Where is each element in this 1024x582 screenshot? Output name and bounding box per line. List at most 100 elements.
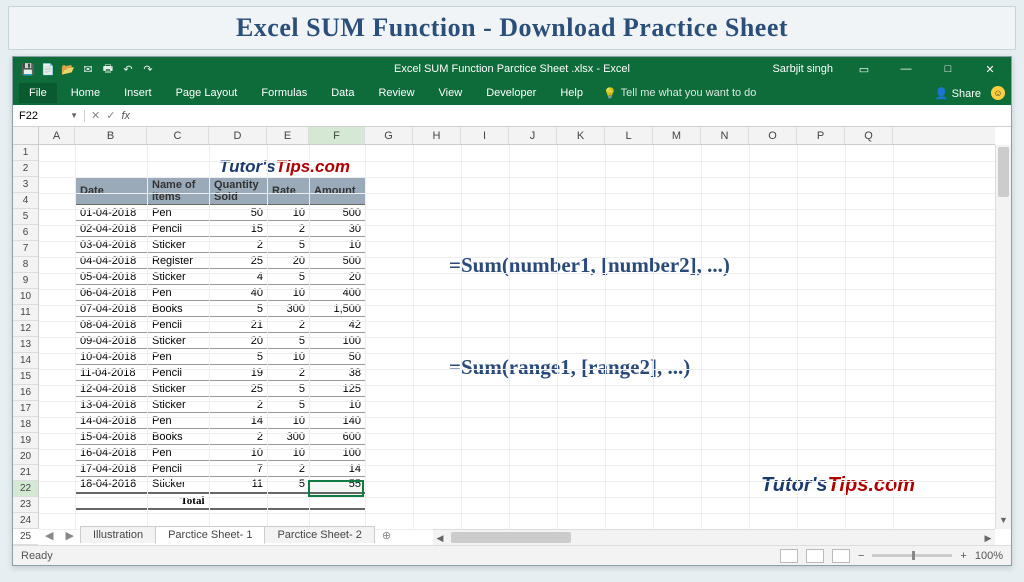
- table-row[interactable]: 06-04-2018Pen4010400: [76, 285, 366, 301]
- table-cell[interactable]: Sticker: [148, 333, 210, 349]
- table-cell[interactable]: 10: [210, 445, 268, 461]
- table-row[interactable]: 15-04-2018Books2300600: [76, 429, 366, 445]
- table-row[interactable]: 07-04-2018Books53001,500: [76, 301, 366, 317]
- table-cell[interactable]: Pen: [148, 413, 210, 429]
- table-cell[interactable]: 2: [210, 429, 268, 445]
- sheet-tab[interactable]: Parctice Sheet- 1: [155, 526, 265, 544]
- table-cell[interactable]: 300: [268, 429, 310, 445]
- add-sheet-button[interactable]: ⊕: [374, 529, 399, 542]
- col-header-M[interactable]: M: [653, 127, 701, 144]
- table-cell[interactable]: 17-04-2018: [76, 461, 148, 477]
- table-row[interactable]: 12-04-2018Sticker255125: [76, 381, 366, 397]
- table-cell[interactable]: 13-04-2018: [76, 397, 148, 413]
- sheet-tab[interactable]: Illustration: [80, 526, 156, 543]
- table-row[interactable]: 04-04-2018Register2520500: [76, 253, 366, 269]
- table-cell[interactable]: Sticker: [148, 237, 210, 253]
- row-header-21[interactable]: 21: [13, 465, 38, 481]
- scroll-right-icon[interactable]: ▶: [981, 530, 995, 545]
- close-icon[interactable]: ✕: [973, 57, 1007, 81]
- table-cell[interactable]: Sticker: [148, 397, 210, 413]
- table-cell[interactable]: 25: [210, 381, 268, 397]
- table-cell[interactable]: 2: [210, 397, 268, 413]
- table-cell[interactable]: 14-04-2018: [76, 413, 148, 429]
- table-cell[interactable]: 10: [268, 285, 310, 301]
- row-header-6[interactable]: 6: [13, 225, 38, 241]
- table-cell[interactable]: 08-04-2018: [76, 317, 148, 333]
- table-cell[interactable]: 5: [268, 381, 310, 397]
- table-cell[interactable]: 100: [310, 445, 366, 461]
- horizontal-scrollbar[interactable]: ◀ ▶: [433, 529, 995, 545]
- enter-formula-icon[interactable]: ✓: [106, 109, 115, 122]
- tab-file[interactable]: File: [19, 83, 57, 103]
- table-cell[interactable]: 4: [210, 269, 268, 285]
- table-cell[interactable]: 1,500: [310, 301, 366, 317]
- tab-insert[interactable]: Insert: [114, 83, 162, 103]
- table-cell[interactable]: 10-04-2018: [76, 349, 148, 365]
- table-cell[interactable]: 10: [268, 205, 310, 221]
- zoom-slider[interactable]: [872, 554, 952, 557]
- table-cell[interactable]: 10: [268, 349, 310, 365]
- sheet-tab[interactable]: Parctice Sheet- 2: [264, 526, 374, 543]
- table-cell[interactable]: 09-04-2018: [76, 333, 148, 349]
- table-cell[interactable]: 16-04-2018: [76, 445, 148, 461]
- table-row[interactable]: 10-04-2018Pen51050: [76, 349, 366, 365]
- chevron-down-icon[interactable]: ▼: [70, 111, 78, 120]
- table-cell[interactable]: 2: [268, 365, 310, 381]
- col-header-N[interactable]: N: [701, 127, 749, 144]
- table-cell[interactable]: 07-04-2018: [76, 301, 148, 317]
- undo-icon[interactable]: ↶: [121, 62, 135, 76]
- table-cell[interactable]: 25: [210, 253, 268, 269]
- table-row[interactable]: 09-04-2018Sticker205100: [76, 333, 366, 349]
- table-cell[interactable]: 04-04-2018: [76, 253, 148, 269]
- tab-review[interactable]: Review: [368, 83, 424, 103]
- sheet-nav-prev-icon[interactable]: ◀: [39, 529, 59, 542]
- page-layout-view-icon[interactable]: [806, 549, 824, 563]
- table-cell[interactable]: 11-04-2018: [76, 365, 148, 381]
- tab-developer[interactable]: Developer: [476, 83, 546, 103]
- table-row[interactable]: 11-04-2018Pencil19238: [76, 365, 366, 381]
- table-cell[interactable]: 400: [310, 285, 366, 301]
- row-header-17[interactable]: 17: [13, 401, 38, 417]
- select-all-corner[interactable]: [13, 127, 39, 145]
- zoom-level[interactable]: 100%: [975, 550, 1003, 562]
- row-header-20[interactable]: 20: [13, 449, 38, 465]
- row-header-3[interactable]: 3: [13, 177, 38, 193]
- normal-view-icon[interactable]: [780, 549, 798, 563]
- cancel-formula-icon[interactable]: ✕: [91, 109, 100, 122]
- col-header-A[interactable]: A: [39, 127, 75, 144]
- table-cell[interactable]: 55: [310, 477, 366, 493]
- table-cell[interactable]: Pencil: [148, 365, 210, 381]
- table-cell[interactable]: 5: [268, 397, 310, 413]
- hscroll-thumb[interactable]: [451, 532, 571, 543]
- table-cell[interactable]: 18-04-2018: [76, 477, 148, 493]
- table-cell[interactable]: 10: [310, 237, 366, 253]
- col-header-I[interactable]: I: [461, 127, 509, 144]
- table-cell[interactable]: 12-04-2018: [76, 381, 148, 397]
- table-cell[interactable]: 11: [210, 477, 268, 493]
- total-cell[interactable]: [310, 493, 366, 509]
- row-header-19[interactable]: 19: [13, 433, 38, 449]
- tab-formulas[interactable]: Formulas: [251, 83, 317, 103]
- table-cell[interactable]: 14: [210, 413, 268, 429]
- col-header-C[interactable]: C: [147, 127, 209, 144]
- table-cell[interactable]: 5: [210, 349, 268, 365]
- table-row[interactable]: 08-04-2018Pencil21242: [76, 317, 366, 333]
- table-cell[interactable]: 500: [310, 253, 366, 269]
- table-cell[interactable]: 20: [210, 333, 268, 349]
- scroll-down-icon[interactable]: ▼: [996, 515, 1011, 529]
- table-cell[interactable]: 38: [310, 365, 366, 381]
- name-box[interactable]: F22 ▼: [13, 110, 85, 122]
- row-header-14[interactable]: 14: [13, 353, 38, 369]
- table-cell[interactable]: 30: [310, 221, 366, 237]
- table-row[interactable]: 01-04-2018Pen5010500: [76, 205, 366, 221]
- vscroll-thumb[interactable]: [998, 147, 1009, 197]
- row-header-1[interactable]: 1: [13, 145, 38, 161]
- table-cell[interactable]: 2: [210, 237, 268, 253]
- save-icon[interactable]: 💾: [21, 62, 35, 76]
- table-cell[interactable]: Pencil: [148, 221, 210, 237]
- table-cell[interactable]: 125: [310, 381, 366, 397]
- row-header-5[interactable]: 5: [13, 209, 38, 225]
- table-cell[interactable]: 5: [268, 333, 310, 349]
- table-cell[interactable]: 140: [310, 413, 366, 429]
- feedback-icon[interactable]: ☺: [991, 86, 1005, 100]
